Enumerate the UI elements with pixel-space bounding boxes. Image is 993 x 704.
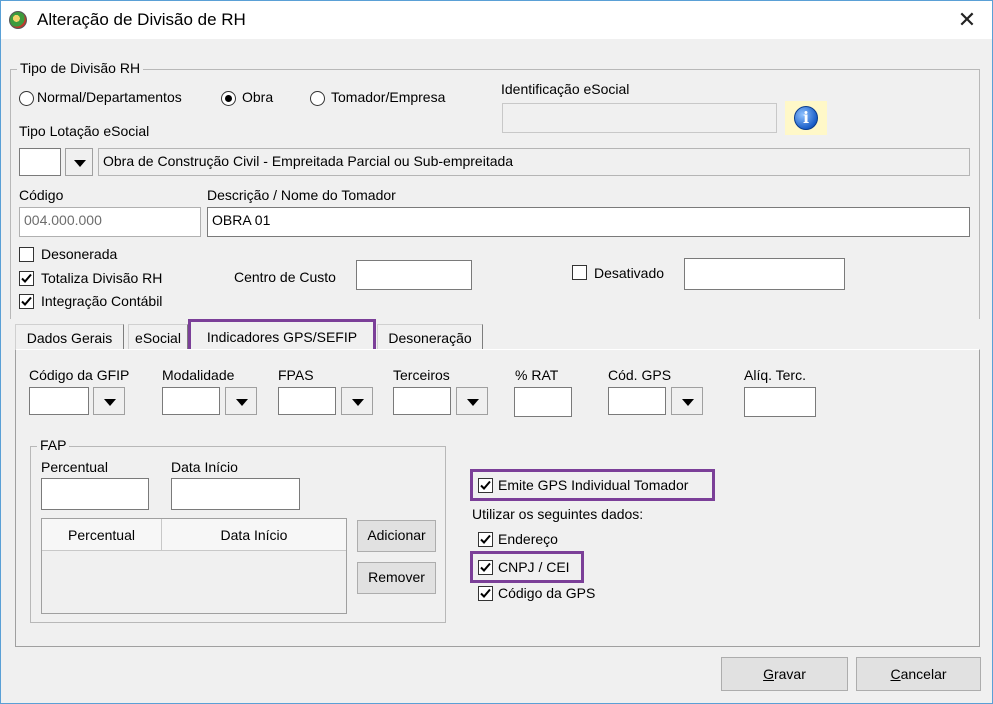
cod-gps-value[interactable] <box>608 387 666 415</box>
cod-gps-dropdown[interactable] <box>671 387 703 415</box>
aliq-terc-field[interactable] <box>744 387 816 417</box>
tab-esocial[interactable]: eSocial <box>128 324 188 350</box>
fap-list[interactable]: Percentual Data Início <box>41 518 347 614</box>
emite-gps-highlight-box <box>470 469 715 501</box>
tipo-lotacao-description: Obra de Construção Civil - Empreitada Pa… <box>98 148 970 176</box>
terceiros-combo[interactable] <box>393 387 489 415</box>
desonerada-label[interactable]: Desonerada <box>41 246 117 262</box>
cancelar-button[interactable]: Cancelar <box>856 657 981 691</box>
dialog-window: Alteração de Divisão de RH ✕ Tipo de Div… <box>0 0 993 704</box>
fap-col-data-inicio[interactable]: Data Início <box>162 519 346 551</box>
fpas-value[interactable] <box>278 387 336 415</box>
tipo-divisao-legend: Tipo de Divisão RH <box>17 60 144 76</box>
fap-percentual-label: Percentual <box>41 459 108 475</box>
codigo-gps-label[interactable]: Código da GPS <box>498 585 595 601</box>
tipo-lotacao-dropdown[interactable] <box>65 148 93 176</box>
descricao-field[interactable]: OBRA 01 <box>207 207 970 237</box>
cnpj-cei-highlight-box <box>470 551 584 583</box>
tab-desoneracao[interactable]: Desoneração <box>377 324 483 350</box>
check-icon <box>480 588 491 598</box>
desativado-field[interactable] <box>684 258 845 290</box>
info-icon: i <box>794 106 818 130</box>
totaliza-checkbox[interactable] <box>19 271 34 286</box>
tab-highlight-box <box>188 319 376 353</box>
codigo-gfip-label: Código da GFIP <box>29 367 130 383</box>
identificacao-esocial-label: Identificação eSocial <box>501 81 630 97</box>
fpas-label: FPAS <box>278 367 314 383</box>
fap-data-inicio-label: Data Início <box>171 459 238 475</box>
tipo-lotacao-label: Tipo Lotação eSocial <box>19 123 150 139</box>
cod-gps-combo[interactable] <box>608 387 704 415</box>
desativado-label[interactable]: Desativado <box>594 265 664 281</box>
tipo-lotacao-code[interactable] <box>19 148 61 176</box>
aliq-terc-label: Alíq. Terc. <box>744 367 806 383</box>
codigo-field[interactable]: 004.000.000 <box>19 207 201 237</box>
radio-obra[interactable] <box>221 91 236 106</box>
fap-col-percentual[interactable]: Percentual <box>42 519 162 551</box>
fpas-dropdown[interactable] <box>341 387 373 415</box>
title-bar: Alteração de Divisão de RH ✕ <box>1 1 992 39</box>
adicionar-button[interactable]: Adicionar <box>357 520 436 552</box>
centro-custo-field[interactable] <box>356 260 472 290</box>
check-icon <box>21 273 32 283</box>
app-icon <box>9 11 27 29</box>
fpas-combo[interactable] <box>278 387 374 415</box>
endereco-checkbox[interactable] <box>478 532 493 547</box>
integracao-label[interactable]: Integração Contábil <box>41 293 162 309</box>
fap-legend: FAP <box>37 437 70 453</box>
fap-data-inicio-field[interactable] <box>171 478 300 510</box>
cancelar-label-rest: ancelar <box>900 666 947 682</box>
totaliza-label[interactable]: Totaliza Divisão RH <box>41 270 162 286</box>
utilizar-dados-label: Utilizar os seguintes dados: <box>472 506 644 522</box>
cancelar-mnemonic: C <box>890 666 901 682</box>
chevron-down-icon <box>104 399 116 406</box>
modalidade-combo[interactable] <box>162 387 258 415</box>
desativado-checkbox[interactable] <box>572 265 587 280</box>
gravar-label-rest: ravar <box>773 666 806 682</box>
chevron-down-icon <box>467 399 479 406</box>
identificacao-esocial-field[interactable] <box>502 103 777 133</box>
codigo-label: Código <box>19 187 64 203</box>
chevron-down-icon <box>352 399 364 406</box>
terceiros-label: Terceiros <box>393 367 450 383</box>
cod-gps-label: Cód. GPS <box>608 367 672 383</box>
check-icon <box>21 296 32 306</box>
descricao-label: Descrição / Nome do Tomador <box>207 187 396 203</box>
radio-normal-label[interactable]: Normal/Departamentos <box>37 89 182 105</box>
integracao-checkbox[interactable] <box>19 294 34 309</box>
chevron-down-icon <box>236 399 248 406</box>
desonerada-checkbox[interactable] <box>19 247 34 262</box>
radio-tomador[interactable] <box>310 91 325 106</box>
rat-label: % RAT <box>515 367 559 383</box>
terceiros-value[interactable] <box>393 387 451 415</box>
fap-percentual-field[interactable] <box>41 478 149 510</box>
codigo-gfip-dropdown[interactable] <box>93 387 125 415</box>
check-icon <box>480 534 491 544</box>
modalidade-value[interactable] <box>162 387 220 415</box>
modalidade-label: Modalidade <box>162 367 235 383</box>
terceiros-dropdown[interactable] <box>456 387 488 415</box>
rat-field[interactable] <box>514 387 572 417</box>
close-icon[interactable]: ✕ <box>951 5 983 35</box>
tab-dados-gerais[interactable]: Dados Gerais <box>15 324 124 350</box>
radio-normal[interactable] <box>19 91 34 106</box>
tipo-lotacao-combo[interactable] <box>19 148 93 176</box>
gravar-button[interactable]: Gravar <box>721 657 848 691</box>
codigo-gps-checkbox[interactable] <box>478 586 493 601</box>
endereco-label[interactable]: Endereço <box>498 531 558 547</box>
chevron-down-icon <box>682 399 694 406</box>
info-button[interactable]: i <box>785 101 827 135</box>
codigo-gfip-value[interactable] <box>29 387 89 415</box>
radio-tomador-label[interactable]: Tomador/Empresa <box>331 89 445 105</box>
codigo-gfip-combo[interactable] <box>29 387 125 415</box>
chevron-down-icon <box>74 160 86 167</box>
radio-obra-label[interactable]: Obra <box>242 89 273 105</box>
centro-custo-label: Centro de Custo <box>234 269 336 285</box>
window-title: Alteração de Divisão de RH <box>37 10 246 29</box>
gravar-mnemonic: G <box>763 666 774 682</box>
remover-button[interactable]: Remover <box>357 562 436 594</box>
modalidade-dropdown[interactable] <box>225 387 257 415</box>
